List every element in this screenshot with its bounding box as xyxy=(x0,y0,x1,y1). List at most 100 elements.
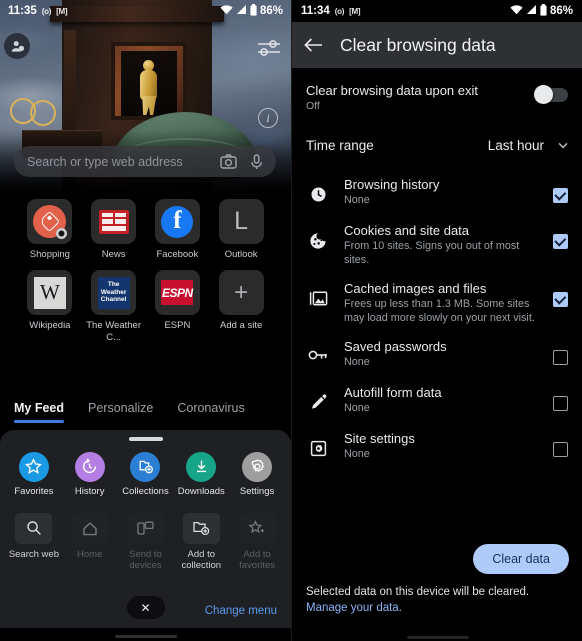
menu-row-secondary: Search web Home Send to devices Add to c… xyxy=(0,497,291,572)
item-subtitle: None xyxy=(344,402,370,414)
menu-item-collections[interactable]: Collections xyxy=(118,451,174,497)
menu-item-favorites[interactable]: Favorites xyxy=(6,451,62,497)
add-to-favorites-icon xyxy=(238,512,276,544)
microphone-icon[interactable] xyxy=(250,153,263,170)
plus-glyph: + xyxy=(234,278,249,306)
item-subtitle: None xyxy=(344,356,370,368)
list-item-site-settings[interactable]: Site settings None xyxy=(292,424,582,470)
tab-my-feed[interactable]: My Feed xyxy=(14,397,64,423)
statue-body xyxy=(140,70,158,100)
search-input[interactable]: Search or type web address xyxy=(14,146,276,177)
clock-icon xyxy=(306,186,330,203)
manage-your-data-link[interactable]: Manage your data. xyxy=(306,602,402,614)
info-icon[interactable]: i xyxy=(258,108,278,128)
menu-item-label: Add to favorites xyxy=(239,548,276,572)
chevron-down-icon[interactable] xyxy=(558,141,568,151)
circle-dot-icon: (o) xyxy=(41,6,52,16)
pref-subtitle: Off xyxy=(306,100,320,112)
menu-item-label: History xyxy=(74,485,105,497)
item-title: Cookies and site data xyxy=(344,223,470,238)
item-title: Autofill form data xyxy=(344,385,442,400)
menu-item-label: Settings xyxy=(239,485,275,497)
weather-channel-icon: The Weather Channel xyxy=(91,270,137,315)
menu-item-add-to-favorites: Add to favorites xyxy=(229,512,285,572)
checkbox-cookies-and-site-data[interactable] xyxy=(553,234,568,249)
clear-upon-exit-toggle[interactable] xyxy=(534,85,568,104)
bottom-sheet-menu: Favorites History Collections Downloads … xyxy=(0,430,291,641)
clear-data-items-list: Browsing history None Cookies and site d… xyxy=(292,170,582,470)
list-item-cookies-and-site-data[interactable]: Cookies and site data From 10 sites. Sig… xyxy=(292,216,582,274)
menu-item-label: Add to collection xyxy=(181,548,222,572)
gmail-icon: [M] xyxy=(349,6,361,16)
shortcut-label: Wikipedia xyxy=(29,320,71,331)
menu-item-label: Home xyxy=(77,548,103,560)
menu-item-history[interactable]: History xyxy=(62,451,118,497)
time-range-label: Time range xyxy=(306,138,374,153)
back-arrow-icon[interactable] xyxy=(304,37,323,53)
checkbox-site-settings[interactable] xyxy=(553,442,568,457)
history-clock-icon xyxy=(74,451,105,482)
item-subtitle: None xyxy=(344,194,370,206)
clear-upon-exit-row[interactable]: Clear browsing data upon exit Off xyxy=(292,68,582,112)
menu-item-settings[interactable]: Settings xyxy=(229,451,285,497)
camera-icon[interactable] xyxy=(220,154,237,169)
time-range-row[interactable]: Time range Last hour xyxy=(292,112,582,153)
menu-item-downloads[interactable]: Downloads xyxy=(173,451,229,497)
list-item-browsing-history[interactable]: Browsing history None xyxy=(292,170,582,216)
clear-data-button-wrap: Clear data xyxy=(292,544,582,574)
list-item-autofill-form-data[interactable]: Autofill form data None xyxy=(292,378,582,424)
item-title: Site settings xyxy=(344,431,415,446)
search-placeholder: Search or type web address xyxy=(27,154,183,169)
golden-statue xyxy=(136,60,162,115)
checkbox-cached-images-and-files[interactable] xyxy=(553,292,568,307)
wikipedia-icon: W xyxy=(27,270,73,315)
shortcut-news[interactable]: News xyxy=(82,199,146,261)
collections-add-icon xyxy=(130,451,161,482)
outlook-glyph: L xyxy=(234,207,249,235)
info-glyph: i xyxy=(266,110,270,125)
list-item-cached-images-and-files[interactable]: Cached images and files Frees up less th… xyxy=(292,274,582,332)
home-icon xyxy=(71,512,109,544)
image-icon xyxy=(306,290,330,307)
shopping-tag-icon xyxy=(27,199,73,244)
list-item-saved-passwords[interactable]: Saved passwords None xyxy=(292,332,582,378)
checkbox-browsing-history[interactable] xyxy=(553,188,568,203)
tune-sliders-icon[interactable] xyxy=(256,38,282,58)
checkbox-autofill-form-data[interactable] xyxy=(553,396,568,411)
menu-item-label: Search web xyxy=(8,548,59,560)
account-avatar-icon[interactable] xyxy=(4,33,30,59)
shortcut-weather-channel[interactable]: The Weather Channel The Weather C... xyxy=(82,270,146,344)
checkbox-saved-passwords[interactable] xyxy=(553,350,568,365)
shortcut-outlook[interactable]: L Outlook xyxy=(209,199,273,261)
left-panel-new-tab: 11:35 (o) [M] 86% i Search or type web a… xyxy=(0,0,291,641)
shortcut-facebook[interactable]: f Facebook xyxy=(146,199,210,261)
left-navigation-bar xyxy=(0,628,291,641)
key-icon xyxy=(306,348,330,362)
shortcut-wikipedia[interactable]: W Wikipedia xyxy=(18,270,82,344)
bottom-action-area: Clear data Selected data on this device … xyxy=(292,544,582,641)
shortcut-espn[interactable]: ESPN ESPN xyxy=(146,270,210,344)
status-time: 11:35 xyxy=(8,5,37,17)
item-title: Saved passwords xyxy=(344,339,447,354)
tab-personalize[interactable]: Personalize xyxy=(88,397,153,415)
shortcuts-grid: Shopping News f Facebook L Outlook W Wik… xyxy=(0,199,291,344)
time-range-value[interactable]: Last hour xyxy=(488,138,544,153)
tab-coronavirus[interactable]: Coronavirus xyxy=(177,397,244,415)
shortcut-add-a-site[interactable]: + Add a site xyxy=(209,270,273,344)
right-navigation-bar xyxy=(292,630,582,641)
left-status-bar: 11:35 (o) [M] 86% xyxy=(0,0,291,22)
change-menu-link[interactable]: Change menu xyxy=(205,605,277,617)
menu-item-add-to-collection[interactable]: Add to collection xyxy=(173,512,229,572)
star-icon xyxy=(18,451,49,482)
shortcut-label: Shopping xyxy=(29,249,70,260)
close-icon[interactable]: ✕ xyxy=(126,596,165,619)
shortcut-shopping[interactable]: Shopping xyxy=(18,199,82,261)
feed-tabs: My Feed Personalize Coronavirus xyxy=(0,397,291,431)
plus-icon: + xyxy=(218,270,264,315)
espn-glyph: ESPN xyxy=(161,280,194,305)
site-settings-icon xyxy=(306,440,330,457)
clear-data-button[interactable]: Clear data xyxy=(473,544,569,574)
wifi-icon xyxy=(510,4,523,18)
battery-percent: 86% xyxy=(259,5,283,17)
menu-item-search-web[interactable]: Search web xyxy=(6,512,62,572)
